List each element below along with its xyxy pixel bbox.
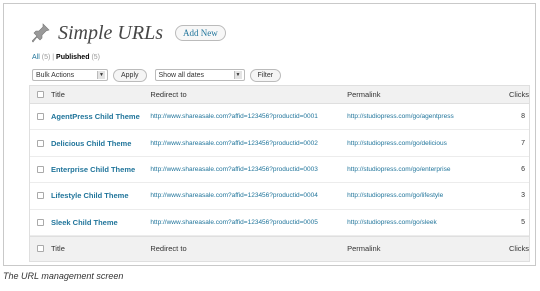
row-permalink[interactable]: http://studiopress.com/go/enterprise <box>347 166 491 173</box>
column-redirect: Redirect to <box>150 90 187 99</box>
filter-published-link[interactable]: Published (5) <box>56 54 100 61</box>
row-permalink[interactable]: http://studiopress.com/go/lifestyle <box>347 192 491 199</box>
row-redirect-url[interactable]: http://www.shareasale.com?affid=123456?p… <box>150 113 347 120</box>
row-clicks: 3 <box>521 192 525 200</box>
select-all-checkbox-footer[interactable] <box>37 245 44 253</box>
row-redirect-url[interactable]: http://www.shareasale.com?affid=123456?p… <box>150 166 347 173</box>
status-filter-links: All (5) | Published (5) <box>32 54 100 61</box>
table-row: Delicious Child Theme http://www.shareas… <box>30 130 529 157</box>
filter-separator: | <box>52 54 55 61</box>
figure-caption: The URL management screen <box>3 271 124 281</box>
row-clicks: 6 <box>521 165 525 173</box>
table-row: Lifestyle Child Theme http://www.shareas… <box>30 183 529 210</box>
row-checkbox[interactable] <box>37 165 44 173</box>
row-title-link[interactable]: Sleek Child Theme <box>51 218 150 227</box>
page-title: Simple URLs <box>58 21 163 44</box>
table-nav: Bulk Actions ▼ Apply Show all dates ▼ Fi… <box>32 68 282 82</box>
footer-column-title[interactable]: Title <box>51 244 150 253</box>
select-all-checkbox[interactable] <box>37 91 44 98</box>
chevron-down-icon: ▼ <box>233 71 242 79</box>
footer-column-permalink: Permalink <box>347 244 381 254</box>
filter-all-link[interactable]: All (5) <box>32 54 50 61</box>
row-clicks: 7 <box>521 139 525 147</box>
footer-column-clicks: Clicks <box>509 244 529 254</box>
row-checkbox[interactable] <box>37 192 44 200</box>
column-permalink: Permalink <box>347 90 381 99</box>
filter-button[interactable]: Filter <box>249 68 282 82</box>
row-permalink[interactable]: http://studiopress.com/go/agentpress <box>347 113 491 120</box>
row-title-link[interactable]: Enterprise Child Theme <box>51 165 150 174</box>
table-header: Title Redirect to Permalink Clicks <box>30 86 529 104</box>
row-title-link[interactable]: Lifestyle Child Theme <box>51 191 150 200</box>
apply-button[interactable]: Apply <box>113 68 147 82</box>
row-checkbox[interactable] <box>37 139 44 147</box>
pushpin-icon <box>31 23 50 43</box>
row-redirect-url[interactable]: http://www.shareasale.com?affid=123456?p… <box>150 192 347 199</box>
row-checkbox[interactable] <box>37 113 44 121</box>
add-new-button[interactable]: Add New <box>175 25 226 41</box>
table-footer: Title Redirect to Permalink Clicks <box>30 235 529 261</box>
row-clicks: 5 <box>521 218 525 226</box>
row-title-link[interactable]: AgentPress Child Theme <box>51 112 150 121</box>
table-row: Enterprise Child Theme http://www.sharea… <box>30 157 529 184</box>
column-clicks: Clicks <box>509 90 529 99</box>
date-filter-select[interactable]: Show all dates ▼ <box>154 69 245 81</box>
row-redirect-url[interactable]: http://www.shareasale.com?affid=123456?p… <box>150 140 347 147</box>
row-checkbox[interactable] <box>37 218 44 226</box>
chevron-down-icon: ▼ <box>97 71 105 79</box>
row-permalink[interactable]: http://studiopress.com/go/sleek <box>347 219 491 226</box>
row-title-link[interactable]: Delicious Child Theme <box>51 139 150 148</box>
bulk-actions-select[interactable]: Bulk Actions ▼ <box>32 69 108 81</box>
footer-column-redirect: Redirect to <box>150 244 187 254</box>
table-row: Sleek Child Theme http://www.shareasale.… <box>30 210 529 236</box>
row-clicks: 8 <box>521 113 525 121</box>
page-header: Simple URLs Add New <box>31 21 226 45</box>
admin-panel: Simple URLs Add New All (5) | Published … <box>3 3 536 266</box>
table-row: AgentPress Child Theme http://www.sharea… <box>30 104 529 131</box>
row-permalink[interactable]: http://studiopress.com/go/delicious <box>347 140 491 147</box>
urls-table: Title Redirect to Permalink Clicks Agent… <box>29 85 530 262</box>
column-title[interactable]: Title <box>51 90 150 99</box>
row-redirect-url[interactable]: http://www.shareasale.com?affid=123456?p… <box>150 219 347 226</box>
